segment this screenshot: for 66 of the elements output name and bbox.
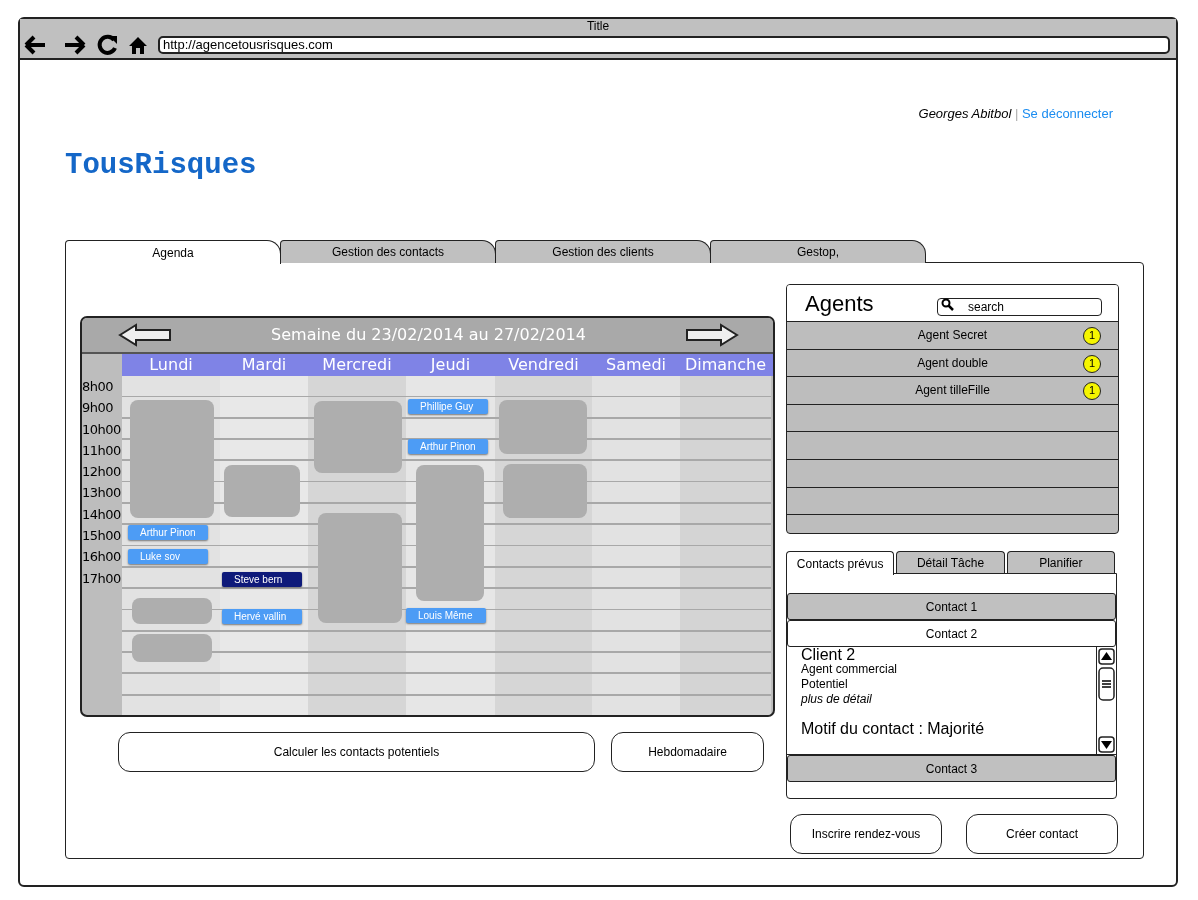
tab[interactable]: Gestop, — [710, 240, 926, 263]
detail-line: Potentiel — [801, 677, 849, 692]
day-header: Dimanche — [683, 354, 768, 376]
tab[interactable]: Détail Tâche — [896, 551, 1005, 573]
hour-label: 16h00 — [82, 548, 122, 567]
contact-reason: Motif du contact : Majorité — [801, 721, 986, 736]
hour-label: 12h00 — [82, 463, 122, 482]
hour-label: 10h00 — [82, 420, 122, 439]
detail-line: Agent commercial — [801, 662, 899, 677]
detail-link[interactable]: plus de détail — [801, 692, 1096, 707]
week-title: Semaine du 23/02/2014 au 27/02/2014 — [271, 324, 586, 346]
search-icon — [941, 298, 954, 311]
action-button[interactable]: Hebdomadaire — [611, 732, 764, 772]
left-arrow-icon[interactable] — [118, 323, 172, 347]
scroll-thumb[interactable] — [1098, 666, 1115, 701]
action-button[interactable]: Créer contact — [966, 814, 1118, 854]
tab[interactable]: Planifier — [1006, 551, 1115, 573]
tab[interactable]: Agenda — [65, 240, 281, 264]
home-icon[interactable] — [128, 36, 148, 54]
action-button[interactable]: Calculer les contacts potentiels — [118, 732, 595, 772]
hour-label: 17h00 — [82, 569, 122, 588]
forward-icon[interactable] — [64, 35, 86, 55]
day-header: Mardi — [240, 354, 288, 376]
back-icon[interactable] — [24, 35, 46, 55]
search-field[interactable]: search — [937, 298, 1102, 316]
day-header: Lundi — [148, 354, 194, 376]
tab[interactable]: Gestion des clients — [495, 240, 711, 263]
user-name: Georges Abitbol — [918, 106, 1012, 121]
count-badge: 1 — [1083, 327, 1101, 345]
count-badge: 1 — [1083, 354, 1101, 373]
hour-label: 15h00 — [82, 527, 122, 546]
agent-row[interactable]: Agent tilleFille 1 — [787, 377, 1118, 405]
agent-row[interactable]: Agent Secret 1 — [787, 322, 1118, 350]
accordion-header[interactable]: Contact 2 — [787, 620, 1116, 647]
event[interactable]: Steve bern — [222, 572, 302, 587]
hour-label: 9h00 — [82, 399, 115, 418]
accordion-header[interactable]: Contact 3 — [787, 755, 1116, 782]
panel-title: Agents — [805, 289, 874, 318]
logout-link[interactable]: Se déconnecter — [1021, 106, 1113, 121]
client-name: Client 2 — [801, 647, 857, 662]
hour-label: 14h00 — [82, 505, 122, 524]
right-arrow-icon[interactable] — [685, 323, 739, 347]
day-header: Jeudi — [429, 354, 472, 376]
agent-name: Agent tilleFille — [915, 382, 990, 400]
logo: TousRisques — [65, 147, 257, 184]
day-header: Vendredi — [507, 354, 580, 376]
tab[interactable]: Contacts prévus — [786, 551, 895, 575]
reload-icon[interactable] — [96, 34, 118, 56]
action-button[interactable]: Inscrire rendez-vous — [790, 814, 942, 854]
scrollbar[interactable] — [1096, 647, 1116, 754]
scroll-up-icon[interactable] — [1098, 648, 1115, 665]
url-field[interactable]: http://agencetousrisques.com — [158, 36, 1170, 54]
day-header: Samedi — [605, 354, 667, 376]
scroll-down-icon[interactable] — [1098, 736, 1115, 753]
hour-label: 8h00 — [82, 378, 115, 396]
hour-label: 11h00 — [82, 441, 122, 460]
agent-name: Agent Secret — [917, 327, 988, 345]
day-header: Mercredi — [321, 354, 393, 376]
window-title: Title — [585, 19, 611, 33]
separator: | — [1014, 106, 1019, 121]
hour-label: 13h00 — [82, 484, 122, 503]
tab[interactable]: Gestion des contacts — [280, 240, 496, 263]
accordion-header[interactable]: Contact 1 — [787, 593, 1116, 620]
count-badge: 1 — [1083, 382, 1101, 401]
agent-name: Agent double — [917, 354, 988, 372]
agent-row[interactable]: Agent double 1 — [787, 349, 1118, 378]
